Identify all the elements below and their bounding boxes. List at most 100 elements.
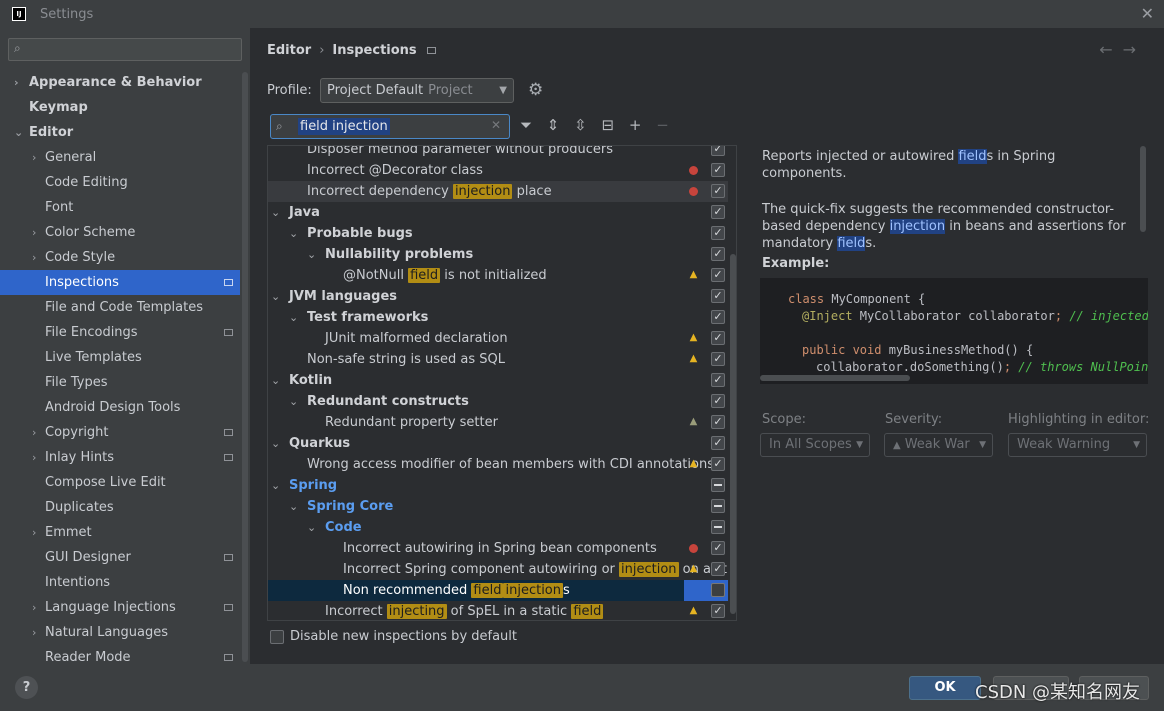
sidebar-item-compose-live-edit[interactable]: Compose Live Edit xyxy=(0,470,240,495)
tree-row[interactable]: Redundant property setter ▲ ✓ xyxy=(268,412,728,433)
project-scope-icon xyxy=(224,429,233,436)
checkbox-mixed[interactable] xyxy=(711,520,725,534)
description-scrollbar[interactable] xyxy=(1140,146,1146,232)
sidebar-item-keymap[interactable]: Keymap xyxy=(0,95,240,120)
help-button[interactable]: ? xyxy=(15,676,38,699)
filter-icon[interactable]: ⏷ xyxy=(520,116,532,134)
checkbox[interactable]: ✓ xyxy=(711,331,725,345)
tree-group-redundant[interactable]: ⌄ Redundant constructs ✓ xyxy=(268,391,728,412)
checkbox[interactable]: ✓ xyxy=(711,394,725,408)
tree-row[interactable]: Incorrect Spring component autowiring or… xyxy=(268,559,728,580)
sidebar-item-reader-mode[interactable]: Reader Mode xyxy=(0,645,240,664)
tree-group-spring-core[interactable]: ⌄ Spring Core xyxy=(268,496,728,517)
breadcrumb-editor[interactable]: Editor xyxy=(267,43,311,58)
sidebar-item-general[interactable]: › General xyxy=(0,145,240,170)
tree-row[interactable]: @NotNull field is not initialized ▲ ✓ xyxy=(268,265,728,286)
ok-button[interactable]: OK xyxy=(909,676,981,700)
tree-group-test-frameworks[interactable]: ⌄ Test frameworks ✓ xyxy=(268,307,728,328)
sidebar-item-android-design-tools[interactable]: Android Design Tools xyxy=(0,395,240,420)
tree-row[interactable]: Non-safe string is used as SQL ▲ ✓ xyxy=(268,349,728,370)
gear-icon[interactable]: ⚙ xyxy=(528,80,543,100)
inspection-search-input[interactable]: ⌕ field injection ✕ xyxy=(270,114,510,139)
settings-sidebar: ⌕ › Appearance & Behavior Keymap ⌄ Edito… xyxy=(0,28,250,664)
checkbox[interactable]: ✓ xyxy=(711,436,725,450)
checkbox[interactable]: ✓ xyxy=(711,268,725,282)
checkbox[interactable]: ✓ xyxy=(711,226,725,240)
checkbox[interactable]: ✓ xyxy=(711,163,725,177)
checkbox-mixed[interactable] xyxy=(711,499,725,513)
checkbox[interactable]: ✓ xyxy=(711,184,725,198)
sidebar-item-copyright[interactable]: › Copyright xyxy=(0,420,240,445)
checkbox[interactable]: ✓ xyxy=(711,247,725,261)
profile-select[interactable]: Project Default Project ▼ xyxy=(320,78,514,103)
checkbox-mixed[interactable] xyxy=(711,478,725,492)
tree-group-probable-bugs[interactable]: ⌄ Probable bugs ✓ xyxy=(268,223,728,244)
sidebar-item-language-injections[interactable]: › Language Injections xyxy=(0,595,240,620)
checkbox[interactable]: ✓ xyxy=(711,205,725,219)
disable-new-inspections-checkbox[interactable] xyxy=(270,630,284,644)
close-icon[interactable]: ✕ xyxy=(1141,4,1154,23)
expand-all-icon[interactable]: ⇕ xyxy=(547,116,560,134)
sidebar-scrollbar[interactable] xyxy=(242,72,248,662)
tree-row[interactable]: Incorrect autowiring in Spring bean comp… xyxy=(268,538,728,559)
sidebar-item-appearance[interactable]: › Appearance & Behavior xyxy=(0,70,240,95)
sidebar-item-editor[interactable]: ⌄ Editor xyxy=(0,120,240,145)
checkbox[interactable]: ✓ xyxy=(711,352,725,366)
row-label: Non-safe string is used as SQL xyxy=(307,352,506,367)
checkbox[interactable]: ✓ xyxy=(711,541,725,555)
sidebar-item-duplicates[interactable]: Duplicates xyxy=(0,495,240,520)
tree-group-kotlin[interactable]: ⌄ Kotlin ✓ xyxy=(268,370,728,391)
sidebar-item-color-scheme[interactable]: › Color Scheme xyxy=(0,220,240,245)
tree-row[interactable]: Incorrect @Decorator class ✓ xyxy=(268,160,728,181)
sidebar-item-inlay-hints[interactable]: › Inlay Hints xyxy=(0,445,240,470)
tree-group-code[interactable]: ⌄ Code xyxy=(268,517,728,538)
remove-icon[interactable]: − xyxy=(656,116,669,134)
sidebar-item-file-types[interactable]: File Types xyxy=(0,370,240,395)
scope-select[interactable]: In All Scopes ▼ xyxy=(760,433,870,457)
checkbox[interactable]: ✓ xyxy=(711,604,725,618)
tree-row[interactable]: Disposer method parameter without produc… xyxy=(268,146,728,160)
tree-group-jvm[interactable]: ⌄ JVM languages ✓ xyxy=(268,286,728,307)
sidebar-item-live-templates[interactable]: Live Templates xyxy=(0,345,240,370)
checkbox[interactable]: ✓ xyxy=(711,457,725,471)
tree-row[interactable]: JUnit malformed declaration ▲ ✓ xyxy=(268,328,728,349)
sidebar-item-label: Language Injections xyxy=(45,600,176,615)
project-scope-icon xyxy=(224,554,233,561)
tree-row-selected[interactable]: Non recommended field injection s xyxy=(268,580,728,601)
collapse-all-icon[interactable]: ⇳ xyxy=(574,116,587,134)
tree-row[interactable]: Incorrect injecting of SpEL in a static … xyxy=(268,601,728,620)
checkbox[interactable]: ✓ xyxy=(711,289,725,303)
back-forward-arrows[interactable]: ←→ xyxy=(1099,40,1146,59)
checkbox-unchecked[interactable] xyxy=(711,583,725,597)
settings-search-input[interactable]: ⌕ xyxy=(8,38,242,61)
checkbox[interactable]: ✓ xyxy=(711,562,725,576)
checkbox[interactable]: ✓ xyxy=(711,415,725,429)
tree-row[interactable]: Incorrect dependency injection place ✓ xyxy=(268,181,728,202)
sidebar-item-code-style[interactable]: › Code Style xyxy=(0,245,240,270)
sidebar-item-natural-languages[interactable]: › Natural Languages xyxy=(0,620,240,645)
checkbox[interactable]: ✓ xyxy=(711,373,725,387)
sidebar-item-font[interactable]: Font xyxy=(0,195,240,220)
add-icon[interactable]: + xyxy=(629,116,642,134)
sidebar-item-code-editing[interactable]: Code Editing xyxy=(0,170,240,195)
sidebar-item-file-templates[interactable]: File and Code Templates xyxy=(0,295,240,320)
reset-icon[interactable]: ⊟ xyxy=(602,116,615,134)
checkbox[interactable]: ✓ xyxy=(711,310,725,324)
tree-group-nullability[interactable]: ⌄ Nullability problems ✓ xyxy=(268,244,728,265)
highlighting-select[interactable]: Weak Warning ▼ xyxy=(1008,433,1147,457)
tree-row[interactable]: Wrong access modifier of bean members wi… xyxy=(268,454,728,475)
sidebar-item-emmet[interactable]: › Emmet xyxy=(0,520,240,545)
sidebar-item-gui-designer[interactable]: GUI Designer xyxy=(0,545,240,570)
sidebar-item-inspections[interactable]: Inspections xyxy=(0,270,240,295)
tree-group-quarkus[interactable]: ⌄ Quarkus ✓ xyxy=(268,433,728,454)
clear-icon[interactable]: ✕ xyxy=(491,118,501,132)
search-icon: ⌕ xyxy=(276,119,283,133)
code-scrollbar[interactable] xyxy=(760,375,910,381)
sidebar-item-intentions[interactable]: Intentions xyxy=(0,570,240,595)
tree-group-java[interactable]: ⌄ Java ✓ xyxy=(268,202,728,223)
tree-scrollbar[interactable] xyxy=(730,254,736,614)
severity-select[interactable]: ▲ Weak War ▼ xyxy=(884,433,993,457)
tree-group-spring[interactable]: ⌄ Spring xyxy=(268,475,728,496)
checkbox[interactable]: ✓ xyxy=(711,146,725,156)
sidebar-item-file-encodings[interactable]: File Encodings xyxy=(0,320,240,345)
